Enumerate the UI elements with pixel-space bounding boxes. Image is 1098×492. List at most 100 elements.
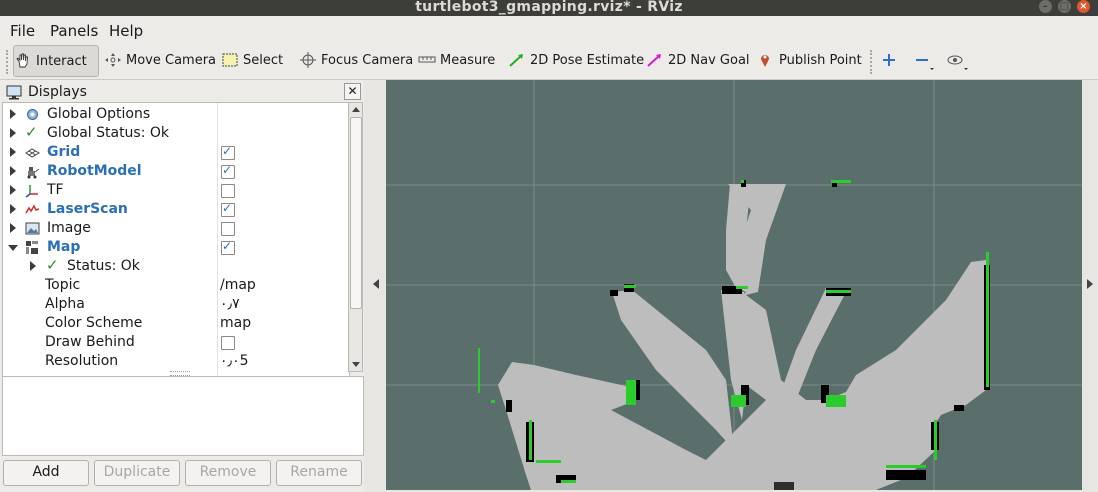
- publish-point-label: Publish Point: [779, 52, 862, 68]
- tree-row-color-scheme[interactable]: Color Scheme map: [3, 314, 349, 333]
- grid-enabled-checkbox[interactable]: [221, 144, 235, 160]
- tree-row-map[interactable]: Map: [3, 238, 349, 257]
- tree-row-alpha[interactable]: Alpha ٠٫٧: [3, 295, 349, 314]
- scroll-thumb[interactable]: [350, 117, 362, 309]
- tree-label: Global Status: Ok: [47, 125, 170, 141]
- tree-row-topic[interactable]: Topic /map: [3, 276, 349, 295]
- nav-goal-tool-button[interactable]: 2D Nav Goal: [646, 45, 750, 75]
- move-camera-label: Move Camera: [126, 52, 217, 68]
- move-camera-tool-button[interactable]: Move Camera: [104, 45, 216, 75]
- tree-label: TF: [47, 182, 64, 198]
- menu-help[interactable]: Help: [109, 22, 143, 40]
- collapse-arrow-icon[interactable]: [8, 245, 18, 251]
- duplicate-button[interactable]: Duplicate: [94, 460, 180, 486]
- menu-panels[interactable]: Panels: [50, 22, 98, 40]
- tree-label: Alpha: [45, 296, 85, 312]
- tree-row-map-status[interactable]: ✓ Status: Ok: [3, 257, 349, 276]
- collapse-right-icon[interactable]: [1087, 279, 1093, 289]
- interact-tool-button[interactable]: Interact: [13, 45, 99, 77]
- expand-arrow-icon[interactable]: [10, 128, 16, 138]
- measure-label: Measure: [440, 52, 496, 68]
- tree-label: Image: [47, 220, 91, 236]
- tree-row-global-status[interactable]: ✓ Global Status: Ok: [3, 124, 349, 143]
- minus-icon: [913, 52, 934, 70]
- laserscan-enabled-checkbox[interactable]: [221, 201, 235, 217]
- select-box-icon: [221, 52, 239, 68]
- tree-label: Topic: [45, 277, 81, 293]
- publish-point-tool-button[interactable]: Publish Point: [757, 45, 862, 75]
- displays-header: Displays ✕: [2, 82, 362, 102]
- menu-file[interactable]: File: [10, 22, 35, 40]
- map-canvas[interactable]: [386, 80, 1082, 490]
- draw-behind-checkbox[interactable]: [221, 336, 235, 350]
- select-tool-button[interactable]: Select: [221, 45, 283, 75]
- tree-row-tf[interactable]: TF: [3, 181, 349, 200]
- tree-row-resolution[interactable]: Resolution ٠٫٠5: [3, 352, 349, 371]
- tree-row-image[interactable]: Image: [3, 219, 349, 238]
- tree-label: Global Options: [47, 106, 151, 122]
- monitor-icon: [6, 85, 22, 100]
- tree-row-robotmodel[interactable]: RobotModel: [3, 162, 349, 181]
- nav-goal-label: 2D Nav Goal: [668, 52, 750, 68]
- check-status-icon: ✓: [46, 256, 59, 274]
- pose-estimate-label: 2D Pose Estimate: [530, 52, 645, 68]
- tf-enabled-checkbox[interactable]: [221, 184, 235, 198]
- add-tool-button[interactable]: [880, 45, 902, 75]
- tree-label: Draw Behind: [45, 334, 135, 350]
- expand-arrow-icon[interactable]: [10, 223, 16, 233]
- select-label: Select: [243, 52, 284, 68]
- tree-row-grid[interactable]: Grid: [3, 143, 349, 162]
- expand-arrow-icon[interactable]: [10, 166, 16, 176]
- description-area: [2, 376, 364, 456]
- tree-label: Map: [47, 239, 81, 255]
- menu-bar: File Panels Help: [0, 16, 1098, 45]
- laser-scan-icon: [25, 202, 40, 217]
- robotmodel-enabled-checkbox[interactable]: [221, 163, 235, 179]
- tree-scrollbar[interactable]: [348, 102, 363, 372]
- grid-icon: [25, 145, 41, 160]
- toolbar-handle: [6, 50, 10, 74]
- map-enabled-checkbox[interactable]: [221, 239, 235, 255]
- hand-cursor-icon: [14, 53, 32, 69]
- remove-tool-button[interactable]: [913, 45, 935, 75]
- measure-tool-button[interactable]: Measure: [418, 45, 495, 75]
- focus-camera-icon: [299, 52, 317, 68]
- remove-button[interactable]: Remove: [185, 460, 271, 486]
- window-title: turtlebot3_gmapping.rviz* - RViz: [415, 0, 683, 15]
- expand-arrow-icon[interactable]: [10, 185, 16, 195]
- image-enabled-checkbox[interactable]: [221, 222, 235, 236]
- eye-icon: [946, 52, 968, 70]
- topic-value[interactable]: /map: [220, 277, 256, 293]
- focus-camera-tool-button[interactable]: Focus Camera: [299, 45, 413, 75]
- alpha-value[interactable]: ٠٫٧: [220, 296, 240, 312]
- tree-label: Status: Ok: [67, 258, 140, 274]
- interact-label: Interact: [36, 53, 87, 69]
- view-toggle-button[interactable]: [946, 45, 968, 75]
- maximize-icon[interactable]: □: [1058, 0, 1071, 13]
- tree-label: Resolution: [45, 353, 119, 369]
- close-icon[interactable]: ×: [1077, 0, 1090, 13]
- tree-label: Color Scheme: [45, 315, 143, 331]
- expand-arrow-icon[interactable]: [10, 147, 16, 157]
- add-button[interactable]: Add: [3, 460, 89, 486]
- render-view[interactable]: [386, 80, 1082, 490]
- close-panel-icon[interactable]: ✕: [344, 83, 361, 100]
- expand-arrow-icon[interactable]: [10, 204, 16, 214]
- rename-button[interactable]: Rename: [276, 460, 362, 486]
- expand-arrow-icon[interactable]: [30, 261, 36, 271]
- scroll-down-icon[interactable]: [352, 362, 360, 367]
- collapse-left-icon[interactable]: [373, 279, 379, 289]
- pose-estimate-tool-button[interactable]: 2D Pose Estimate: [508, 45, 644, 75]
- tree-label: LaserScan: [47, 201, 128, 217]
- tree-row-global-options[interactable]: Global Options: [3, 105, 349, 124]
- color-scheme-value[interactable]: map: [220, 315, 251, 331]
- scroll-up-icon[interactable]: [352, 107, 360, 112]
- expand-arrow-icon[interactable]: [10, 109, 16, 119]
- tree-row-laserscan[interactable]: LaserScan: [3, 200, 349, 219]
- plus-icon: [880, 52, 898, 68]
- resolution-value[interactable]: ٠٫٠5: [220, 353, 249, 369]
- tree-row-draw-behind[interactable]: Draw Behind: [3, 333, 349, 352]
- gear-icon: [25, 107, 40, 122]
- minimize-icon[interactable]: –: [1039, 0, 1052, 13]
- tree-label: RobotModel: [47, 163, 142, 179]
